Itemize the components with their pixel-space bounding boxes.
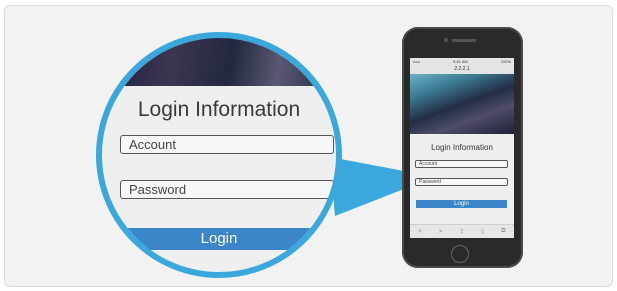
magnified-login-title: Login Information [137, 98, 301, 121]
address-bar[interactable]: 2.2.2.1 [410, 65, 514, 74]
signal-indicator: ••••• [413, 59, 421, 64]
battery-indicator: 100% [500, 59, 511, 64]
magnifier-circle: Login Information Account Password Login [96, 32, 342, 278]
status-time: 9:41 AM [453, 59, 468, 64]
account-field[interactable]: Account [415, 160, 508, 168]
front-camera-icon [444, 38, 448, 42]
bookmarks-icon[interactable]: ▯ [481, 228, 484, 235]
tabs-icon[interactable]: ⧉ [501, 228, 505, 235]
smartphone: ••••• 9:41 AM 100% 2.2.2.1 Login Informa… [402, 27, 523, 268]
illustration-panel: Login Information Account Password Login… [4, 5, 613, 287]
login-button[interactable]: Login [416, 200, 507, 208]
browser-toolbar: < > ⇪ ▯ ⧉ [410, 224, 514, 238]
login-title: Login Information [431, 143, 493, 152]
speaker-grille [452, 39, 476, 42]
phone-screen: ••••• 9:41 AM 100% 2.2.2.1 Login Informa… [410, 58, 514, 238]
header-image [410, 74, 514, 134]
home-button[interactable] [451, 245, 469, 263]
magnified-password-field[interactable]: Password [120, 180, 334, 199]
magnified-account-field[interactable]: Account [120, 135, 334, 154]
magnified-login-button[interactable]: Login [102, 228, 336, 250]
magnified-header-image [102, 38, 336, 86]
password-field[interactable]: Password [415, 178, 508, 186]
share-icon[interactable]: ⇪ [459, 228, 464, 235]
forward-icon[interactable]: > [439, 229, 443, 235]
back-icon[interactable]: < [418, 229, 422, 235]
status-bar: ••••• 9:41 AM 100% [410, 58, 514, 65]
